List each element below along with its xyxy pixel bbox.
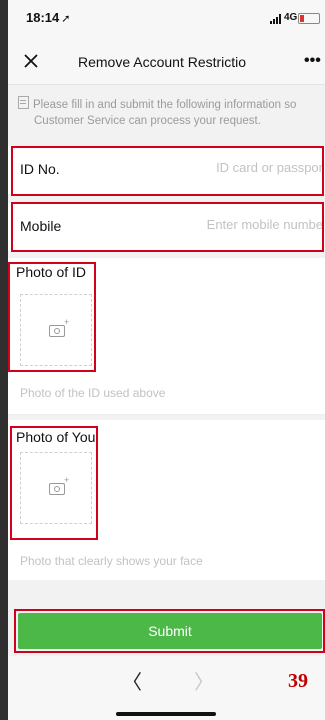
status-bar: 18:14 ➚ 4G bbox=[8, 0, 325, 40]
back-icon[interactable]: 〈 bbox=[122, 666, 142, 695]
nav-bar: Remove Account Restrictio ••• bbox=[8, 40, 325, 85]
divider bbox=[8, 194, 325, 195]
network-type: 4G bbox=[284, 12, 298, 23]
photo-of-you-label: Photo of You bbox=[16, 429, 96, 445]
signal-icon bbox=[270, 14, 282, 24]
photo-of-you-hint: Photo that clearly shows your face bbox=[20, 554, 203, 568]
battery-icon bbox=[298, 13, 320, 24]
mobile-field[interactable]: Mobile bbox=[8, 203, 325, 251]
id-number-field[interactable]: ID No. bbox=[8, 146, 325, 194]
mobile-input[interactable] bbox=[158, 217, 325, 232]
document-icon bbox=[18, 96, 29, 109]
photo-of-id-label: Photo of ID bbox=[16, 264, 87, 280]
notice-text: Please fill in and submit the following … bbox=[33, 99, 297, 127]
phone-screen: 18:14 ➚ 4G Remove Account Restrictio ••• … bbox=[8, 0, 325, 720]
photo-of-you-section: Photo of You Photo that clearly shows yo… bbox=[8, 420, 325, 580]
left-edge-bar bbox=[0, 0, 8, 720]
photo-of-id-section: Photo of ID Photo of the ID used above bbox=[8, 258, 325, 414]
close-icon[interactable] bbox=[22, 52, 40, 70]
browser-toolbar: 〈 〉 39 bbox=[8, 656, 325, 720]
status-time-text: 18:14 bbox=[26, 10, 60, 25]
page-number: 39 bbox=[288, 670, 308, 692]
photo-of-you-upload[interactable] bbox=[20, 452, 92, 524]
mobile-label: Mobile bbox=[20, 218, 62, 234]
photo-of-id-upload[interactable] bbox=[20, 294, 92, 366]
camera-icon bbox=[49, 475, 69, 495]
page-title: Remove Account Restrictio bbox=[78, 54, 293, 70]
location-arrow-icon: ➚ bbox=[61, 13, 71, 25]
more-options-icon[interactable]: ••• bbox=[304, 52, 321, 70]
instructions-notice: Please fill in and submit the following … bbox=[18, 96, 318, 129]
photo-of-id-hint: Photo of the ID used above bbox=[20, 386, 166, 400]
id-number-input[interactable] bbox=[158, 160, 325, 175]
id-number-label: ID No. bbox=[20, 161, 60, 177]
submit-button[interactable]: Submit bbox=[18, 613, 322, 649]
divider bbox=[8, 414, 325, 415]
camera-icon bbox=[49, 317, 69, 337]
home-indicator[interactable] bbox=[116, 712, 216, 716]
status-time: 18:14 ➚ bbox=[26, 10, 70, 25]
forward-icon[interactable]: 〉 bbox=[194, 666, 214, 695]
